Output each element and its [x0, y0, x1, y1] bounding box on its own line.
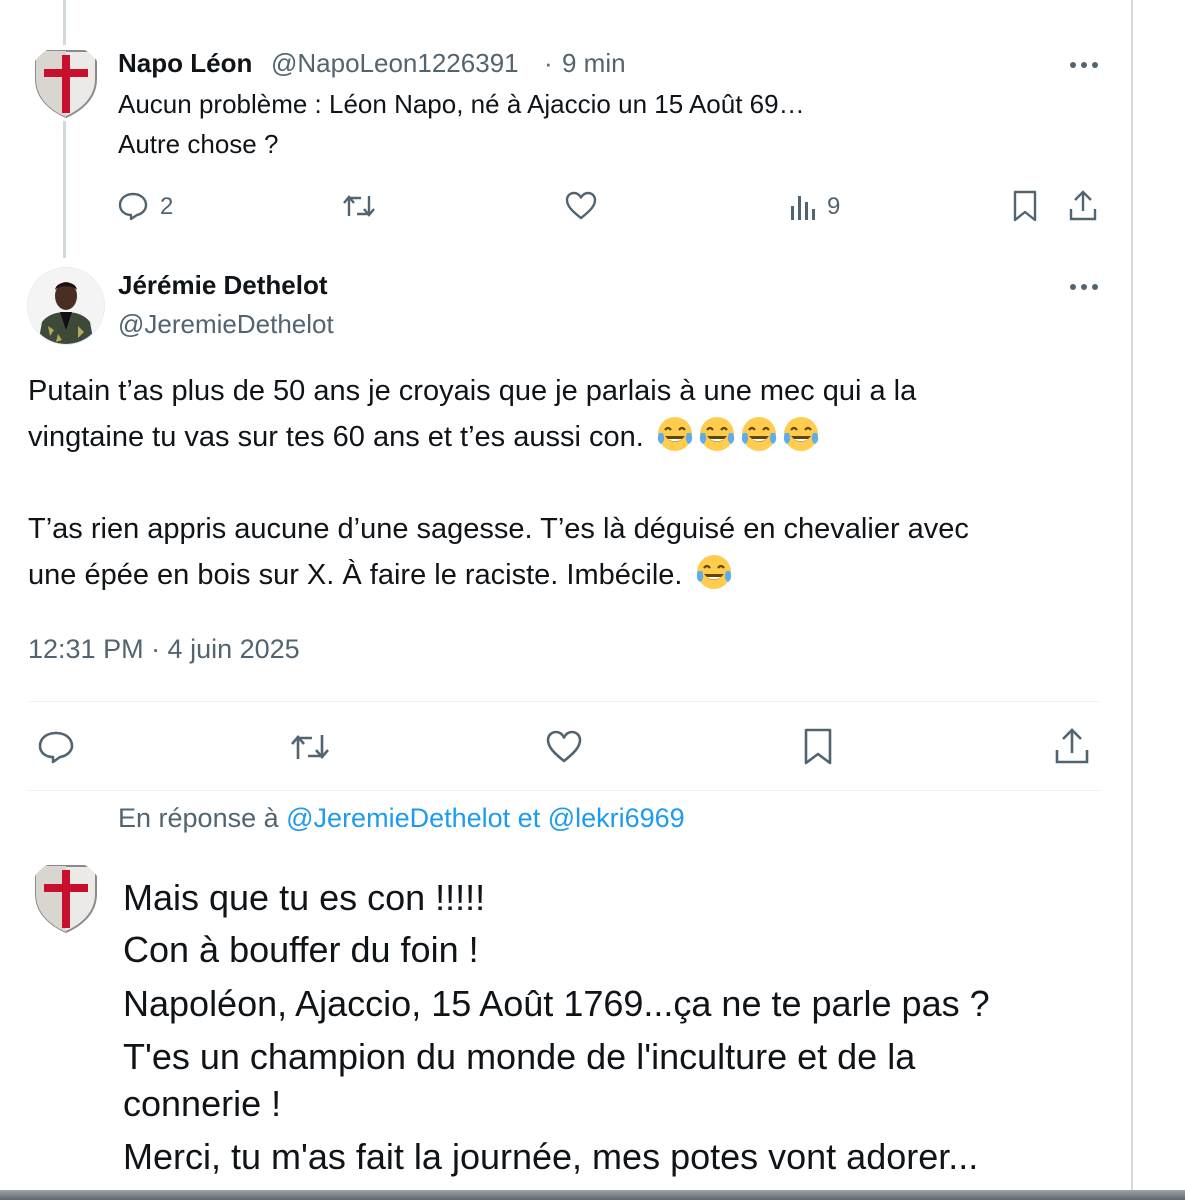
reply-context: En réponse à @JeremieDethelot et @lekri6… — [118, 803, 685, 834]
conversation-thread: Napo Léon @NapoLeon1226391 · 9 min Aucun… — [0, 0, 1131, 1200]
divider — [28, 701, 1101, 702]
face-with-tears-of-joy-emoji — [695, 553, 733, 591]
profile-photo-icon — [28, 268, 104, 344]
bookmark-icon[interactable] — [1010, 189, 1040, 223]
reply-context-conjunction: et — [517, 803, 541, 833]
share-icon[interactable] — [1053, 727, 1091, 767]
reply-context-prefix: En réponse à — [118, 803, 279, 833]
mention-link-lekri6969[interactable]: @lekri6969 — [548, 803, 685, 833]
reply-text-line: Merci, tu m'as fait la journée, mes pote… — [123, 1136, 979, 1177]
tweet1-author-name[interactable]: Napo Léon — [118, 48, 252, 79]
bookmark-icon[interactable] — [801, 727, 835, 767]
tweet1-author-handle[interactable]: @NapoLeon1226391 — [271, 48, 519, 79]
more-options-icon[interactable] — [1064, 50, 1104, 80]
mention-link-jeremiedethelot[interactable]: @JeremieDethelot — [286, 803, 510, 833]
tweet2-text-para2-line2-row: une épée en bois sur X. À faire le racis… — [28, 552, 733, 598]
reply-text-line: T'es un champion du monde de l'inculture… — [123, 1036, 916, 1077]
tweet1-text-line2: Autre chose ? — [118, 129, 279, 159]
column-border — [1131, 0, 1133, 1200]
avatar-napo-leon[interactable] — [28, 860, 104, 936]
face-with-tears-of-joy-emoji — [698, 415, 736, 453]
like-heart-icon[interactable] — [545, 729, 583, 765]
reply-icon[interactable] — [37, 729, 75, 765]
divider — [28, 790, 1101, 791]
avatar-jeremie-dethelot[interactable] — [27, 267, 105, 345]
tweet2-text-para1-line2-row: vingtaine tu vas sur tes 60 ans et t’es … — [28, 414, 820, 460]
tweet2-text-para2-line1: T’as rien appris aucune d’une sagesse. T… — [28, 513, 969, 545]
tweet1-separator: · — [544, 48, 553, 78]
tweet1-view-count: 9 — [827, 193, 841, 220]
tweet1-text-line1: Aucun problème : Léon Napo, né à Ajaccio… — [118, 89, 805, 119]
avatar-napo-leon[interactable] — [28, 45, 104, 121]
tweet2-timestamp[interactable]: 12:31 PM · 4 juin 2025 — [28, 634, 300, 665]
like-heart-icon[interactable] — [564, 190, 598, 222]
tweet2-text-para1-line1: Putain t’as plus de 50 ans je croyais qu… — [28, 375, 917, 407]
thread-connector-line — [63, 0, 66, 258]
reply-text-line: connerie ! — [123, 1083, 282, 1124]
repost-icon[interactable] — [289, 729, 331, 765]
reply-text-line: Con à bouffer du foin ! — [123, 929, 479, 970]
tweet2-text-para2-line2: une épée en bois sur X. À faire le racis… — [28, 559, 683, 591]
views-analytics-icon[interactable] — [788, 192, 818, 222]
repost-icon[interactable] — [341, 190, 377, 222]
templar-shield-icon — [28, 45, 104, 121]
tweet2-text-para1-line2: vingtaine tu vas sur tes 60 ans et t’es … — [28, 421, 644, 453]
window-bottom-edge — [0, 1190, 1185, 1200]
tweet2-author-name[interactable]: Jérémie Dethelot — [118, 270, 328, 301]
reply-icon[interactable] — [117, 190, 149, 222]
tweet1-time[interactable]: 9 min — [562, 48, 626, 79]
share-icon[interactable] — [1067, 189, 1099, 223]
tweet1-reply-count: 2 — [160, 193, 174, 220]
face-with-tears-of-joy-emoji — [740, 415, 778, 453]
reply-text-line: Mais que tu es con !!!!! — [123, 877, 486, 918]
face-with-tears-of-joy-emoji — [656, 415, 694, 453]
reply-text-line: Napoléon, Ajaccio, 15 Août 1769...ça ne … — [123, 983, 990, 1024]
face-with-tears-of-joy-emoji — [782, 415, 820, 453]
tweet2-author-handle[interactable]: @JeremieDethelot — [118, 309, 334, 340]
more-options-icon[interactable] — [1064, 272, 1104, 302]
templar-shield-icon — [28, 860, 104, 936]
